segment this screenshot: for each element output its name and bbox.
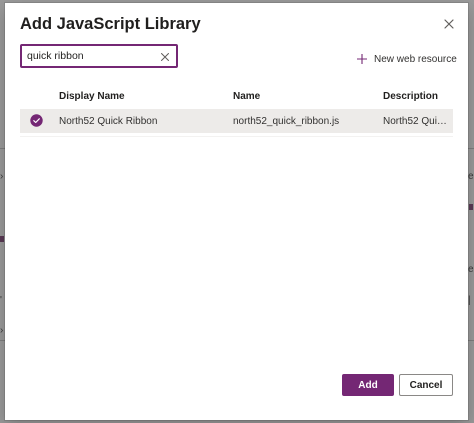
selected-check-icon[interactable] bbox=[30, 114, 43, 127]
add-javascript-library-dialog: Add JavaScript Library New web resource … bbox=[5, 3, 468, 420]
background-text-fragment: ' bbox=[0, 295, 2, 306]
background-text-fragment: e bbox=[468, 171, 474, 182]
column-header-name[interactable]: Name bbox=[233, 91, 260, 102]
column-header-description[interactable]: Description bbox=[383, 91, 438, 102]
table-row[interactable]: North52 Quick Ribbon north52_quick_ribbo… bbox=[20, 109, 453, 133]
column-header-display-name[interactable]: Display Name bbox=[59, 91, 125, 102]
clear-icon bbox=[161, 53, 169, 61]
background-marker bbox=[0, 236, 4, 242]
clear-search-button[interactable] bbox=[159, 50, 171, 62]
background-text-fragment: | bbox=[468, 295, 471, 306]
new-web-resource-button[interactable]: New web resource bbox=[356, 52, 457, 66]
plus-icon bbox=[357, 54, 367, 64]
close-icon bbox=[444, 19, 454, 29]
row-description: North52 Quick Ribbon bbox=[383, 116, 447, 127]
background-text-fragment: e bbox=[468, 264, 474, 275]
row-name: north52_quick_ribbon.js bbox=[233, 116, 340, 127]
close-button[interactable] bbox=[441, 16, 457, 32]
table-divider bbox=[20, 136, 453, 137]
background-text-fragment: › bbox=[0, 171, 4, 182]
search-box bbox=[20, 44, 178, 68]
new-web-resource-label: New web resource bbox=[374, 53, 457, 65]
background-marker bbox=[469, 204, 473, 210]
search-input[interactable] bbox=[27, 46, 151, 66]
background-divider bbox=[468, 340, 474, 341]
add-button[interactable]: Add bbox=[342, 374, 394, 396]
cancel-button[interactable]: Cancel bbox=[399, 374, 453, 396]
dialog-title: Add JavaScript Library bbox=[20, 15, 201, 33]
row-display-name: North52 Quick Ribbon bbox=[59, 116, 158, 127]
background-text-fragment: › bbox=[0, 325, 4, 336]
background-divider bbox=[468, 148, 474, 149]
